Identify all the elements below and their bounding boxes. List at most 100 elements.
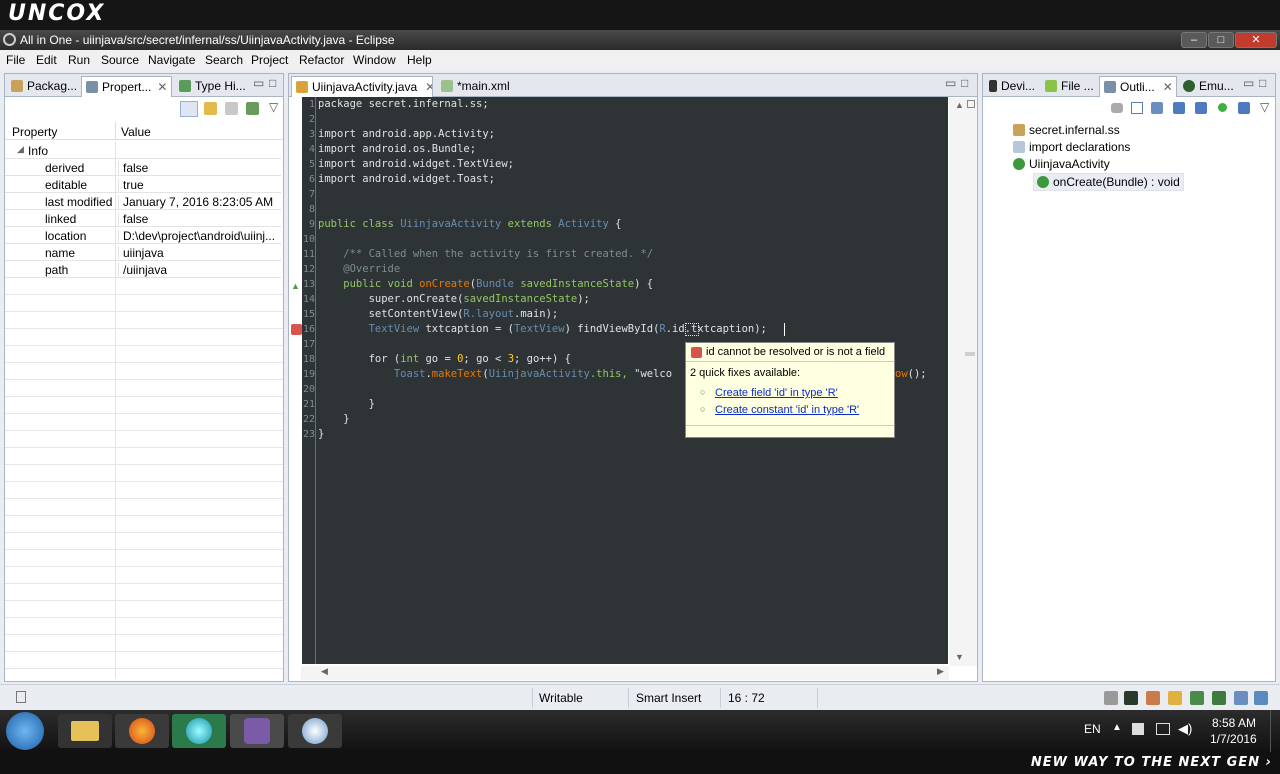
show-desktop-button[interactable]: [1270, 710, 1280, 752]
tab-devices[interactable]: Devi...: [985, 76, 1039, 97]
minimize-view-icon[interactable]: ▭: [253, 76, 264, 90]
outline-item-class[interactable]: UiinjavaActivity: [1013, 157, 1110, 171]
property-row[interactable]: linked false: [5, 210, 281, 227]
maximize-view-icon[interactable]: □: [961, 76, 968, 90]
property-group-info[interactable]: ◢ Info: [5, 142, 281, 159]
quickfix-create-field-link[interactable]: Create field 'id' in type 'R': [715, 387, 838, 399]
tab-main-xml[interactable]: *main.xml: [437, 76, 537, 97]
menu-source[interactable]: Source: [101, 53, 139, 67]
menu-help[interactable]: Help: [407, 53, 432, 67]
clock-date[interactable]: 1/7/2016: [1210, 732, 1257, 746]
property-row[interactable]: derived false: [5, 159, 281, 176]
error-marker-icon[interactable]: [291, 324, 302, 335]
code-token: "welco: [634, 368, 673, 380]
menu-edit[interactable]: Edit: [36, 53, 57, 67]
close-icon[interactable]: ✕: [157, 80, 167, 94]
tab-uiinjavaactivity-java[interactable]: UiinjavaActivity.java ✕: [291, 76, 433, 97]
error-highlight[interactable]: [685, 323, 699, 336]
tab-properties[interactable]: Propert... ✕: [81, 76, 172, 97]
error-marker[interactable]: [965, 352, 975, 356]
tab-emulator[interactable]: Emu...: [1179, 76, 1239, 97]
overview-ruler[interactable]: ▲ ▼: [949, 98, 977, 666]
outline-item-package[interactable]: secret.infernal.ss: [1013, 123, 1120, 137]
sort-icon[interactable]: [1151, 102, 1163, 114]
copy-icon[interactable]: [225, 102, 238, 115]
pin-icon[interactable]: [246, 102, 259, 115]
hide-fields-icon[interactable]: [1173, 102, 1185, 114]
filter-icon[interactable]: [204, 102, 217, 115]
paint-icon[interactable]: [288, 714, 342, 748]
minimize-view-icon[interactable]: ▭: [1243, 76, 1254, 90]
close-icon[interactable]: ✕: [1163, 80, 1173, 94]
menu-search[interactable]: Search: [205, 53, 243, 67]
console-icon[interactable]: [1254, 691, 1268, 705]
eclipse-taskbar-icon[interactable]: [230, 714, 284, 748]
tab-type-hierarchy[interactable]: Type Hi...: [175, 76, 249, 97]
outline-view: Devi... File ... Outli... ✕ Emu... ▭ □ ▽ …: [982, 73, 1276, 682]
maximize-view-icon[interactable]: □: [269, 76, 276, 90]
maximize-button[interactable]: □: [1208, 32, 1234, 48]
start-button[interactable]: [6, 712, 44, 750]
property-column-header[interactable]: Property: [12, 125, 57, 139]
scroll-right-icon[interactable]: ▶: [937, 666, 944, 677]
property-row[interactable]: location D:\dev\project\android\uiinj...: [5, 227, 281, 244]
outline-item-imports[interactable]: import declarations: [1013, 140, 1130, 154]
code-token: public void: [318, 278, 420, 290]
volume-icon[interactable]: ◀): [1178, 721, 1192, 737]
code-annotation: @Override: [318, 263, 401, 275]
menu-file[interactable]: File: [6, 53, 25, 67]
categories-toggle-icon[interactable]: [180, 101, 198, 117]
hide-local-types-icon[interactable]: [1238, 102, 1250, 114]
code-token: TextView: [513, 323, 565, 335]
collapse-all-icon[interactable]: [1131, 102, 1143, 114]
tab-file-explorer[interactable]: File ...: [1041, 76, 1097, 97]
menu-project[interactable]: Project: [251, 53, 288, 67]
fast-view-icon[interactable]: [16, 691, 26, 703]
close-button[interactable]: ✕: [1235, 32, 1277, 48]
minimize-button[interactable]: ‒: [1181, 32, 1207, 48]
show-hidden-icons-icon[interactable]: ▲: [1112, 722, 1122, 733]
firefox-icon[interactable]: [115, 714, 169, 748]
property-row[interactable]: path/uiinjava: [5, 261, 281, 278]
property-row[interactable]: name uiinjava: [5, 244, 281, 261]
minimize-view-icon[interactable]: ▭: [945, 76, 956, 90]
settings-icon[interactable]: [1212, 691, 1226, 705]
hide-static-icon[interactable]: [1195, 102, 1207, 114]
log-icon[interactable]: [1146, 691, 1160, 705]
android-icon: [1045, 80, 1057, 92]
trim-icon[interactable]: [1104, 691, 1118, 705]
tab-package-explorer[interactable]: Packag...: [7, 76, 79, 97]
menu-navigate[interactable]: Navigate: [148, 53, 195, 67]
explorer-icon[interactable]: [58, 714, 112, 748]
collapse-icon[interactable]: ◢: [17, 144, 24, 155]
hide-nonpublic-icon[interactable]: [1218, 103, 1227, 112]
bullet-icon: ○: [700, 404, 706, 414]
group-icon[interactable]: [1111, 103, 1123, 113]
tab-outline[interactable]: Outli... ✕: [1099, 76, 1177, 97]
quickfix-create-constant-link[interactable]: Create constant 'id' in type 'R': [715, 404, 859, 416]
menu-window[interactable]: Window: [353, 53, 396, 67]
property-row[interactable]: last modified January 7, 2016 8:23:05 AM: [5, 193, 281, 210]
view-menu-icon[interactable]: ▽: [1260, 100, 1269, 114]
horizontal-scrollbar[interactable]: ◀ ▶: [301, 666, 949, 680]
menu-refactor[interactable]: Refactor: [299, 53, 344, 67]
view-menu-icon[interactable]: ▽: [269, 100, 278, 114]
network-tray-icon[interactable]: [1156, 723, 1170, 735]
network-icon[interactable]: [1190, 691, 1204, 705]
media-icon[interactable]: [172, 714, 226, 748]
pen-icon[interactable]: [1168, 691, 1182, 705]
language-indicator[interactable]: EN: [1084, 722, 1101, 736]
value-column-header[interactable]: Value: [121, 125, 151, 139]
scroll-down-icon[interactable]: ▼: [955, 652, 964, 662]
sync-icon[interactable]: [1234, 691, 1248, 705]
scroll-left-icon[interactable]: ◀: [321, 666, 328, 677]
emulator-tool-icon[interactable]: [1124, 691, 1138, 705]
flag-icon[interactable]: [1132, 723, 1144, 735]
clock-time[interactable]: 8:58 AM: [1212, 716, 1256, 730]
close-icon[interactable]: ✕: [425, 80, 432, 94]
menu-run[interactable]: Run: [68, 53, 90, 67]
property-row[interactable]: editable true: [5, 176, 281, 193]
maximize-view-icon[interactable]: □: [1259, 76, 1266, 90]
outline-item-method[interactable]: onCreate(Bundle) : void: [1033, 173, 1184, 191]
scroll-up-icon[interactable]: ▲: [955, 100, 964, 110]
